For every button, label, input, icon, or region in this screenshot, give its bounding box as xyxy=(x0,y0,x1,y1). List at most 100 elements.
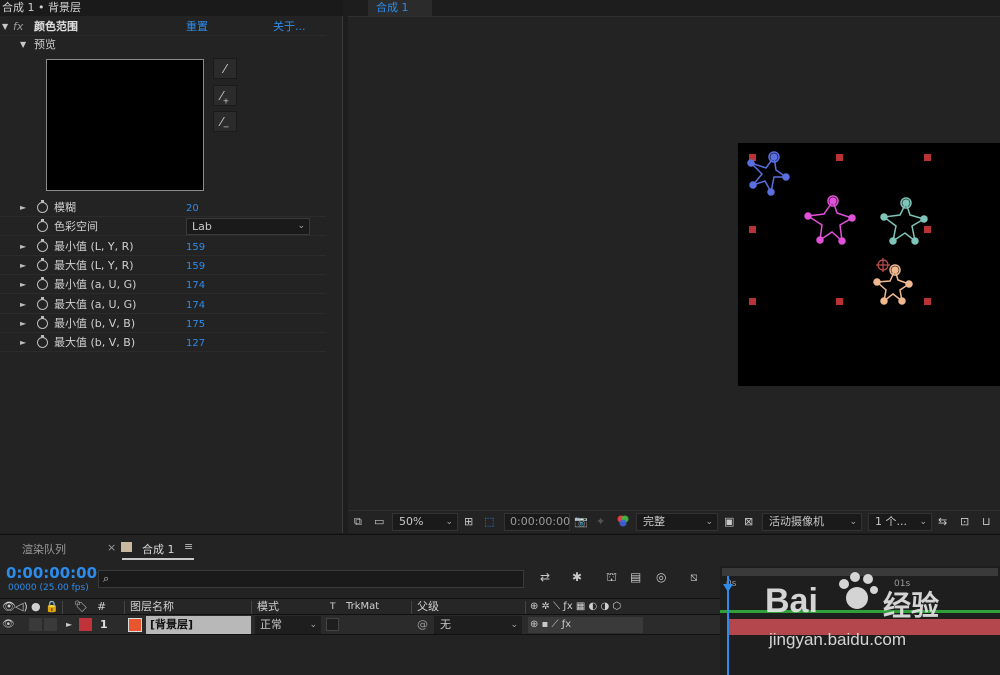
col-t[interactable]: T xyxy=(330,599,336,615)
chevron-down-icon: ⌄ xyxy=(510,620,518,630)
lock-icon[interactable]: 🔒 xyxy=(45,599,59,615)
preserve-transparency-toggle[interactable] xyxy=(326,618,339,631)
baidu-paw-icon xyxy=(839,572,878,609)
stopwatch-icon[interactable] xyxy=(37,258,48,271)
layer-switches[interactable]: ⊕ ▪ ⟋ ƒx xyxy=(528,617,643,633)
parent-dropdown[interactable]: 无 ⌄ xyxy=(434,616,522,634)
expand-icon[interactable]: ► xyxy=(20,314,26,333)
col-parent[interactable]: 父级 xyxy=(417,599,439,615)
eyedropper-key-icon[interactable]: ⁄ xyxy=(213,58,237,79)
layer-switches-icons[interactable]: ⊕ ✲ ⟍ ƒx ▦ ◐ ◑ ⬡ xyxy=(530,599,621,615)
expand-icon[interactable]: ► xyxy=(20,275,26,294)
tab-comp[interactable]: 合成 1 xyxy=(142,541,175,557)
video-switch-icon[interactable]: 👁 xyxy=(2,599,16,615)
param-value[interactable]: 20 xyxy=(186,199,199,218)
label-tag-icon[interactable]: 🏷 xyxy=(74,599,88,615)
col-layer-name[interactable]: 图层名称 xyxy=(130,599,174,615)
stopwatch-icon[interactable] xyxy=(37,335,48,348)
eyedropper-add-icon[interactable]: ⁄+ xyxy=(213,85,237,106)
views-dropdown[interactable]: 1 个... ⌄ xyxy=(868,513,932,531)
colorspace-value: Lab xyxy=(192,220,212,233)
camera-dropdown[interactable]: 活动摄像机 ⌄ xyxy=(762,513,862,531)
tab-comp-viewer[interactable]: 合成 1 xyxy=(368,0,432,16)
param-row-min-b[interactable]: ► 最小值 (b, V, B) 175 xyxy=(0,314,326,333)
layer-expand-icon[interactable]: ► xyxy=(66,615,72,635)
column-divider xyxy=(525,601,526,614)
param-row-max-b[interactable]: ► 最大值 (b, V, B) 127 xyxy=(0,333,326,352)
preview-collapse-icon[interactable]: ▼ xyxy=(20,36,26,54)
resolution-dropdown[interactable]: 完整 ⌄ xyxy=(636,513,718,531)
grid-icon[interactable]: ⊞ xyxy=(464,514,473,530)
stopwatch-icon[interactable] xyxy=(37,297,48,310)
stopwatch-icon[interactable] xyxy=(37,277,48,290)
close-tab-icon[interactable]: × xyxy=(107,541,116,554)
monitor-icon[interactable]: ▭ xyxy=(374,514,384,530)
expand-icon[interactable]: ► xyxy=(20,333,26,352)
current-time-display[interactable]: 0:00:00:00 xyxy=(6,564,97,582)
collapse-effect-icon[interactable]: ▼ xyxy=(2,17,8,36)
effect-title-row[interactable]: ▼ fx 颜色范围 重置 关于... xyxy=(0,17,326,36)
blend-mode-dropdown[interactable]: 正常 ⌄ xyxy=(255,616,321,634)
timecode-field[interactable]: 0:00:00:00 xyxy=(504,513,570,531)
col-mode[interactable]: 模式 xyxy=(257,599,279,615)
param-value[interactable]: 174 xyxy=(186,296,205,315)
param-row-max-l[interactable]: ► 最大值 (L, Y, R) 159 xyxy=(0,256,326,275)
col-trkmat[interactable]: TrkMat xyxy=(346,599,379,615)
param-value[interactable]: 127 xyxy=(186,334,205,353)
region-of-interest-icon[interactable]: ▣ xyxy=(724,514,734,530)
camera-snapshot-icon[interactable]: 📷 xyxy=(574,514,588,530)
comp-mini-flowchart-icon[interactable]: ⇄ xyxy=(540,570,550,584)
draft-3d-icon[interactable]: ✱ xyxy=(572,570,582,584)
layer-row[interactable]: 👁 ► 1 [背景层] 正常 ⌄ @ 无 ⌄ ⊕ ▪ ⟋ ƒx xyxy=(0,615,720,635)
playhead-marker-icon[interactable] xyxy=(723,584,733,592)
about-button[interactable]: 关于... xyxy=(273,17,306,36)
stopwatch-icon[interactable] xyxy=(37,219,48,232)
tab-menu-icon[interactable]: ≡ xyxy=(184,540,193,553)
stopwatch-icon[interactable] xyxy=(37,239,48,252)
transparency-grid-icon[interactable]: ⊠ xyxy=(744,514,753,530)
zoom-dropdown[interactable]: 50% ⌄ xyxy=(392,513,458,531)
expand-icon[interactable]: ► xyxy=(20,237,26,256)
param-row-min-a[interactable]: ► 最小值 (a, U, G) 174 xyxy=(0,275,326,294)
param-row-max-a[interactable]: ► 最大值 (a, U, G) 174 xyxy=(0,295,326,314)
mask-visibility-icon[interactable]: ⬚ xyxy=(484,514,494,530)
expand-icon[interactable]: ► xyxy=(20,256,26,275)
motion-blur-icon[interactable]: ◎ xyxy=(656,570,666,584)
audio-toggle[interactable] xyxy=(29,618,42,631)
layer-search-input[interactable]: ⌕ xyxy=(98,570,524,588)
layer-visibility-icon[interactable]: 👁 xyxy=(2,615,15,635)
composition-canvas[interactable] xyxy=(738,143,1000,386)
graph-editor-icon[interactable]: ⧅ xyxy=(690,570,698,585)
tab-render-queue[interactable]: 渲染队列 xyxy=(22,541,66,557)
expand-icon[interactable]: ► xyxy=(20,198,26,217)
param-value[interactable]: 175 xyxy=(186,315,205,334)
param-row-min-l[interactable]: ► 最小值 (L, Y, R) 159 xyxy=(0,237,326,256)
colorspace-dropdown[interactable]: Lab ⌄ xyxy=(186,218,310,235)
fx-icon[interactable]: fx xyxy=(13,17,23,36)
layer-label-color[interactable] xyxy=(79,618,92,631)
layer-name-field[interactable]: [背景层] xyxy=(146,616,251,634)
stopwatch-icon[interactable] xyxy=(37,316,48,329)
shy-layers-icon[interactable]: ⛫ xyxy=(606,570,617,586)
stopwatch-icon[interactable] xyxy=(37,200,48,213)
reset-button[interactable]: 重置 xyxy=(186,17,208,36)
fast-previews-icon[interactable]: ⊡ xyxy=(960,514,969,530)
pick-whip-icon[interactable]: @ xyxy=(417,615,428,635)
param-value[interactable]: 174 xyxy=(186,276,205,295)
eyedropper-subtract-icon[interactable]: ⁄− xyxy=(213,111,237,132)
color-range-preview[interactable] xyxy=(46,59,204,191)
show-snapshot-icon[interactable]: ✦ xyxy=(596,514,605,530)
lock-toggle[interactable] xyxy=(44,618,57,631)
param-value[interactable]: 159 xyxy=(186,238,205,257)
timeline-toggle-icon[interactable]: ⊔ xyxy=(982,514,991,530)
param-row-blur[interactable]: ► 模糊 20 xyxy=(0,198,326,217)
param-value[interactable]: 159 xyxy=(186,257,205,276)
audio-switch-icon[interactable]: ◁) xyxy=(15,599,28,615)
expand-icon[interactable]: ► xyxy=(20,295,26,314)
frame-blending-icon[interactable]: ▤ xyxy=(630,570,641,584)
chevron-down-icon: ⌄ xyxy=(445,517,453,527)
color-channels-icon[interactable] xyxy=(616,514,630,530)
always-preview-icon[interactable]: ⧉ xyxy=(354,514,362,530)
solo-switch-icon[interactable]: ● xyxy=(31,599,41,615)
toggle-pixel-aspect-icon[interactable]: ⇆ xyxy=(938,514,947,530)
